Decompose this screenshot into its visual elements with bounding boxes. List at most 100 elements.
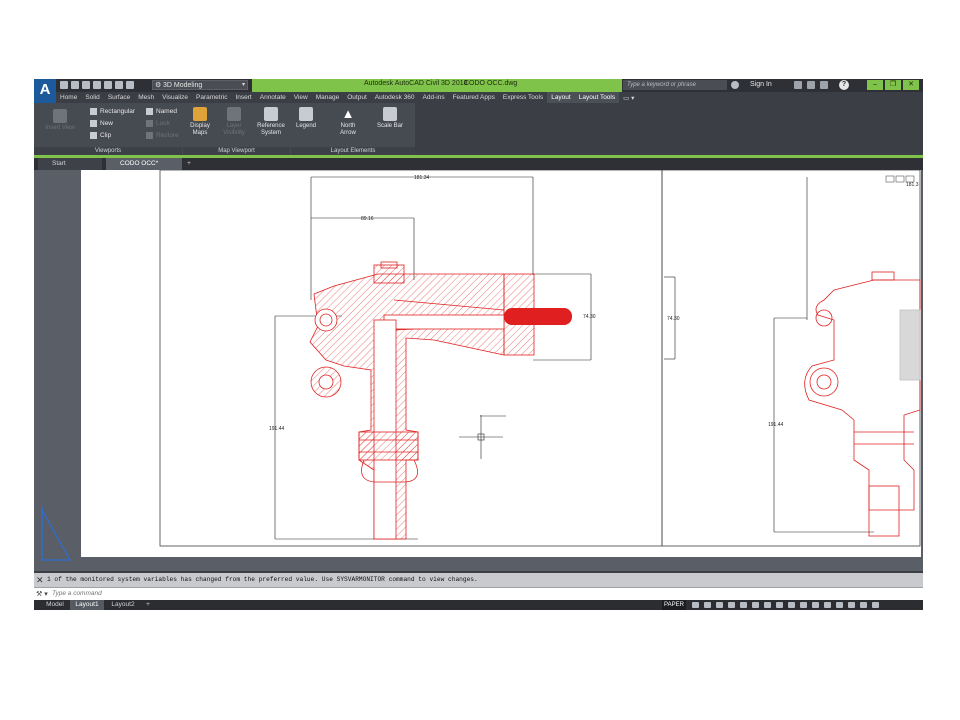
workspace-icon[interactable] <box>824 602 831 608</box>
tab-add-ins[interactable]: Add-ins <box>419 92 449 103</box>
restore-viewport-button[interactable]: Restore <box>146 132 179 139</box>
osnap-icon[interactable] <box>740 602 747 608</box>
tab-layout[interactable]: Layout <box>547 92 575 103</box>
named-button[interactable]: Named <box>146 108 177 115</box>
tab-manage[interactable]: Manage <box>312 92 344 103</box>
user-icon[interactable] <box>731 81 739 89</box>
tab-visualize[interactable]: Visualize <box>158 92 192 103</box>
viewport-1-border[interactable] <box>159 170 663 547</box>
lineweight-icon[interactable] <box>764 602 771 608</box>
viewports-panel-label: Viewports <box>34 147 182 155</box>
sign-in-link[interactable]: Sign In <box>750 81 772 88</box>
ortho-icon[interactable] <box>716 602 723 608</box>
a360-icon[interactable] <box>807 81 815 89</box>
gizmo-icon[interactable] <box>800 602 807 608</box>
rectangle-icon <box>90 108 97 115</box>
close-button[interactable]: ✕ <box>903 80 919 90</box>
clip-button[interactable]: Clip <box>90 132 111 139</box>
clip-icon <box>90 132 97 139</box>
layer-visibility-button[interactable]: Layer Visibility <box>219 107 249 137</box>
command-input[interactable] <box>52 589 452 598</box>
application-menu-button[interactable]: A <box>34 79 56 103</box>
tab-layout2[interactable]: Layout2 <box>106 600 140 610</box>
legend-button[interactable]: Legend <box>291 107 321 130</box>
tab-layout-tools[interactable]: Layout Tools <box>574 92 620 103</box>
tab-surface[interactable]: Surface <box>104 92 134 103</box>
tab-featured-apps[interactable]: Featured Apps <box>449 92 499 103</box>
north-arrow-label: North Arrow <box>340 123 356 136</box>
tab-annotate[interactable]: Annotate <box>256 92 290 103</box>
tab-insert[interactable]: Insert <box>231 92 255 103</box>
tab-codo-occ[interactable]: CODO OCC* <box>106 158 182 170</box>
tab-view[interactable]: View <box>290 92 312 103</box>
snap-icon[interactable] <box>692 602 699 608</box>
close-icon[interactable]: ✕ <box>36 575 44 585</box>
drawing-svg[interactable]: 181.34 89.16 74.30 74.30 191.44 191.44 1… <box>34 170 923 571</box>
polar-icon[interactable] <box>728 602 735 608</box>
otrack-icon[interactable] <box>752 602 759 608</box>
print-icon[interactable] <box>104 81 112 89</box>
rectangular-button[interactable]: Rectangular <box>90 108 135 115</box>
new-tab-button[interactable]: + <box>184 158 194 170</box>
legend-icon <box>299 107 313 121</box>
new-file-icon[interactable] <box>60 81 68 89</box>
scale-bar-button[interactable]: Scale Bar <box>375 107 405 130</box>
tab-parametric[interactable]: Parametric <box>192 92 231 103</box>
transparency-icon[interactable] <box>776 602 783 608</box>
redo-icon[interactable] <box>126 81 134 89</box>
layout-elements-panel-label: Layout Elements <box>291 147 415 155</box>
tab-solid[interactable]: Solid <box>81 92 103 103</box>
hardware-acceleration-icon[interactable] <box>848 602 855 608</box>
reference-system-button[interactable]: Reference System <box>253 107 289 137</box>
title-bar-tools <box>794 81 828 89</box>
save-icon[interactable] <box>82 81 90 89</box>
part-section-view[interactable] <box>309 261 535 540</box>
open-file-icon[interactable] <box>71 81 79 89</box>
window-controls: – ❐ ✕ <box>867 80 919 90</box>
undo-icon[interactable] <box>115 81 123 89</box>
grid-icon[interactable] <box>704 602 711 608</box>
north-arrow-button[interactable]: ▲ North Arrow <box>333 107 363 137</box>
save-as-icon[interactable] <box>93 81 101 89</box>
minimize-button[interactable]: – <box>867 80 883 90</box>
add-layout-button[interactable]: + <box>142 600 154 610</box>
display-maps-button[interactable]: Display Maps <box>185 107 215 137</box>
clip-label: Clip <box>100 132 112 140</box>
legend-label: Legend <box>295 123 317 129</box>
highlighted-pin[interactable] <box>504 308 572 325</box>
layers-icon <box>227 107 241 121</box>
tab-output[interactable]: Output <box>343 92 371 103</box>
tab-express-tools[interactable]: Express Tools <box>499 92 547 103</box>
dim-right-2: 74.30 <box>667 316 680 322</box>
tab-layout1[interactable]: Layout1 <box>70 600 104 610</box>
new-viewport-button[interactable]: New <box>90 120 113 127</box>
viewport-2-border[interactable] <box>661 170 921 547</box>
grid-icon <box>264 107 278 121</box>
tab-autodesk-360[interactable]: Autodesk 360 <box>371 92 419 103</box>
drawing-canvas[interactable]: 181.34 89.16 74.30 74.30 191.44 191.44 1… <box>34 170 923 571</box>
ribbon-options-button[interactable]: ▭ ▾ <box>619 94 638 102</box>
exchange-icon[interactable] <box>794 81 802 89</box>
clean-screen-icon[interactable] <box>860 602 867 608</box>
chevron-down-icon[interactable]: ▾ <box>242 81 245 88</box>
help-icon[interactable]: ? <box>839 80 849 90</box>
annotation-icon[interactable] <box>812 602 819 608</box>
selection-cycling-icon[interactable] <box>788 602 795 608</box>
paper-space-toggle[interactable]: PAPER <box>662 600 686 610</box>
search-input[interactable]: Type a keyword or phrase <box>623 80 727 90</box>
part-side-view[interactable] <box>804 271 921 537</box>
lock-button[interactable]: Lock <box>146 120 170 127</box>
account-icon[interactable] <box>820 81 828 89</box>
rectangular-label: Rectangular <box>100 108 136 116</box>
tab-model[interactable]: Model <box>42 600 68 610</box>
restore-button[interactable]: ❐ <box>885 80 901 90</box>
isolate-icon[interactable] <box>836 602 843 608</box>
tab-home[interactable]: Home <box>56 92 81 103</box>
tab-mesh[interactable]: Mesh <box>134 92 158 103</box>
workspace-selector[interactable]: 3D Modeling <box>152 80 248 91</box>
tab-start[interactable]: Start <box>38 158 102 170</box>
customization-icon[interactable] <box>872 602 879 608</box>
insert-view-button[interactable]: Insert View <box>40 109 80 132</box>
wrench-icon[interactable]: ⚒ ▾ <box>36 590 48 598</box>
layout-elements-panel: Legend ▲ North Arrow Scale Bar Layout El… <box>291 103 415 155</box>
